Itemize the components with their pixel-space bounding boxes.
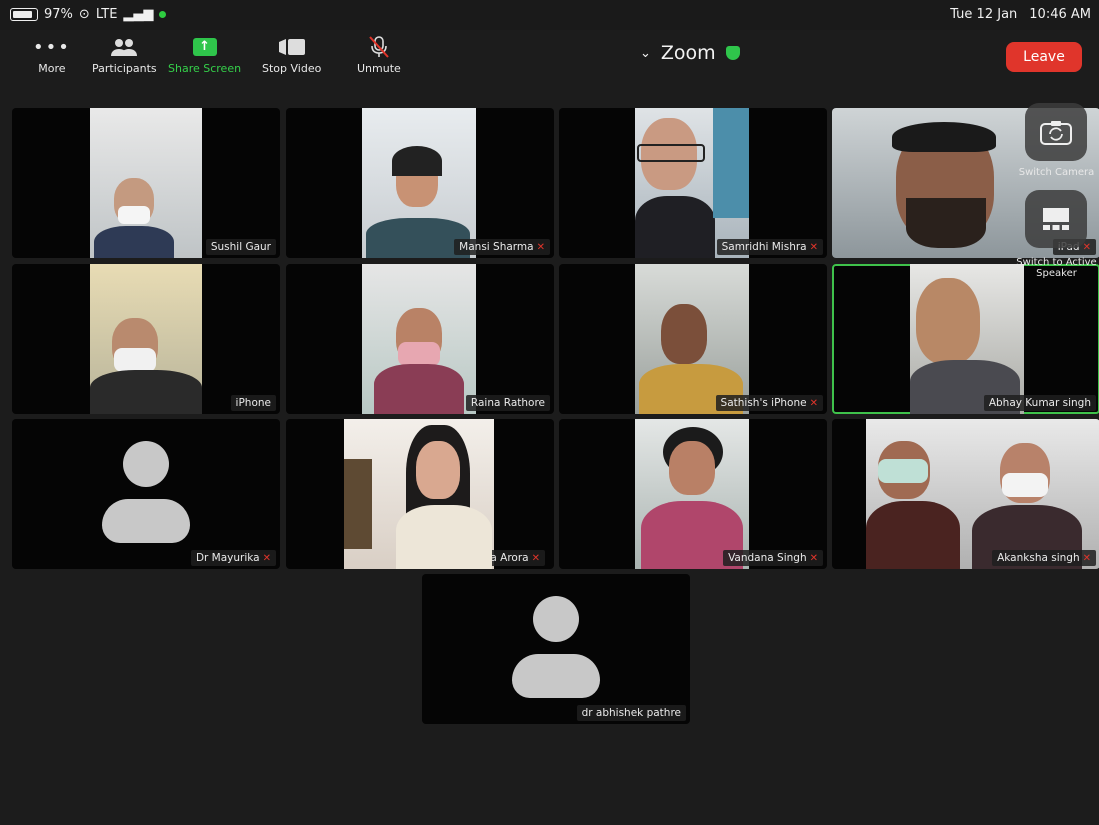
participant-name-label: Sushil Gaur xyxy=(205,239,276,255)
video-tile[interactable]: Raina Rathore xyxy=(286,264,554,414)
battery-icon xyxy=(10,8,38,21)
network-type: LTE xyxy=(95,7,118,22)
switch-camera-icon xyxy=(1040,121,1072,145)
participants-icon xyxy=(110,36,138,58)
switch-active-speaker-label: Switch to Active Speaker xyxy=(1016,257,1097,279)
camera-active-icon xyxy=(159,11,167,18)
meeting-toolbar: ••• More Participants ↑ Share Screen Sto… xyxy=(0,30,1099,90)
mic-muted-icon: ✕ xyxy=(531,552,540,564)
share-screen-button[interactable]: ↑ Share Screen xyxy=(168,36,241,75)
video-tile[interactable]: Akanksha singh ✕ xyxy=(832,419,1099,569)
video-tile[interactable]: Sushil Gaur xyxy=(12,108,280,258)
video-feed xyxy=(344,419,494,569)
participant-name-label: dr abhishek pathre xyxy=(576,705,686,721)
more-label: More xyxy=(38,62,66,75)
participants-button[interactable]: Participants xyxy=(92,36,157,75)
share-arrow-icon: ↑ xyxy=(192,38,217,56)
video-feed xyxy=(90,264,202,414)
participant-name-label: Mansi Sharma ✕ xyxy=(454,239,550,255)
video-feed xyxy=(635,108,749,258)
video-tile-active-speaker[interactable]: Abhay Kumar singh xyxy=(832,264,1099,414)
meeting-title[interactable]: ⌄ Zoom xyxy=(640,42,740,64)
switch-camera-button[interactable] xyxy=(1025,103,1087,161)
video-tile[interactable]: Mansi Sharma ✕ xyxy=(286,108,554,258)
more-button[interactable]: ••• More xyxy=(33,36,71,76)
video-feed xyxy=(866,419,1099,569)
unmute-label: Unmute xyxy=(357,62,401,75)
mic-muted-icon: ✕ xyxy=(262,552,271,564)
switch-camera-label: Switch Camera xyxy=(1018,167,1095,178)
video-tile[interactable]: iPhone xyxy=(12,264,280,414)
chevron-down-icon: ⌄ xyxy=(640,45,651,61)
participant-name-label: Akanksha singh ✕ xyxy=(992,550,1096,566)
gallery-view-icon xyxy=(1043,208,1069,230)
ellipsis-icon: ••• xyxy=(33,36,71,58)
video-feed xyxy=(90,108,202,258)
alarm-icon: ⊙ xyxy=(78,7,90,22)
participant-name-label: Abhay Kumar singh xyxy=(983,395,1096,411)
video-feed xyxy=(635,419,749,569)
switch-active-speaker-button[interactable] xyxy=(1025,190,1087,248)
video-tile[interactable]: Udita Arora ✕ xyxy=(286,419,554,569)
participant-name-label: Dr Mayurika ✕ xyxy=(190,550,276,566)
mic-muted-icon: ✕ xyxy=(809,397,818,409)
battery-level: 97% xyxy=(44,7,73,22)
video-feed xyxy=(910,264,1024,414)
mic-muted-icon: ✕ xyxy=(809,552,818,564)
avatar-icon xyxy=(533,596,579,642)
participant-name-label: Sathish's iPhone ✕ xyxy=(715,395,823,411)
status-time: 10:46 AM xyxy=(1029,7,1091,22)
status-bar: 97% ⊙ LTE ▂▄▆ Tue 12 Jan 10:46 AM xyxy=(0,0,1099,30)
share-screen-label: Share Screen xyxy=(168,62,242,75)
participant-name-label: Samridhi Mishra ✕ xyxy=(716,239,823,255)
unmute-button[interactable]: Unmute xyxy=(357,36,401,75)
mic-muted-icon: ✕ xyxy=(809,241,818,253)
video-feed xyxy=(362,108,476,258)
video-tile[interactable]: Sathish's iPhone ✕ xyxy=(559,264,827,414)
video-feed xyxy=(362,264,476,414)
participant-name-label: Vandana Singh ✕ xyxy=(723,550,823,566)
encryption-shield-icon xyxy=(725,46,740,60)
leave-button[interactable]: Leave xyxy=(1006,42,1082,72)
video-tile[interactable]: dr abhishek pathre xyxy=(422,574,690,724)
stop-video-button[interactable]: Stop Video xyxy=(262,36,321,75)
signal-icon: ▂▄▆ xyxy=(123,7,154,22)
avatar-icon xyxy=(123,441,169,487)
mic-muted-icon: ✕ xyxy=(536,241,545,253)
mic-muted-icon xyxy=(366,36,392,58)
mic-muted-icon: ✕ xyxy=(1082,552,1091,564)
mic-muted-icon: ✕ xyxy=(1082,241,1091,253)
meeting-title-text: Zoom xyxy=(660,42,716,64)
video-tile[interactable]: Samridhi Mishra ✕ xyxy=(559,108,827,258)
video-camera-icon xyxy=(278,36,306,58)
video-tile[interactable]: Dr Mayurika ✕ xyxy=(12,419,280,569)
participants-label: Participants xyxy=(92,62,157,75)
participant-name-label: iPhone xyxy=(230,395,276,411)
video-tile[interactable]: Vandana Singh ✕ xyxy=(559,419,827,569)
video-feed xyxy=(635,264,749,414)
status-date: Tue 12 Jan xyxy=(950,7,1018,22)
participant-name-label: Raina Rathore xyxy=(465,395,550,411)
stop-video-label: Stop Video xyxy=(262,62,322,75)
